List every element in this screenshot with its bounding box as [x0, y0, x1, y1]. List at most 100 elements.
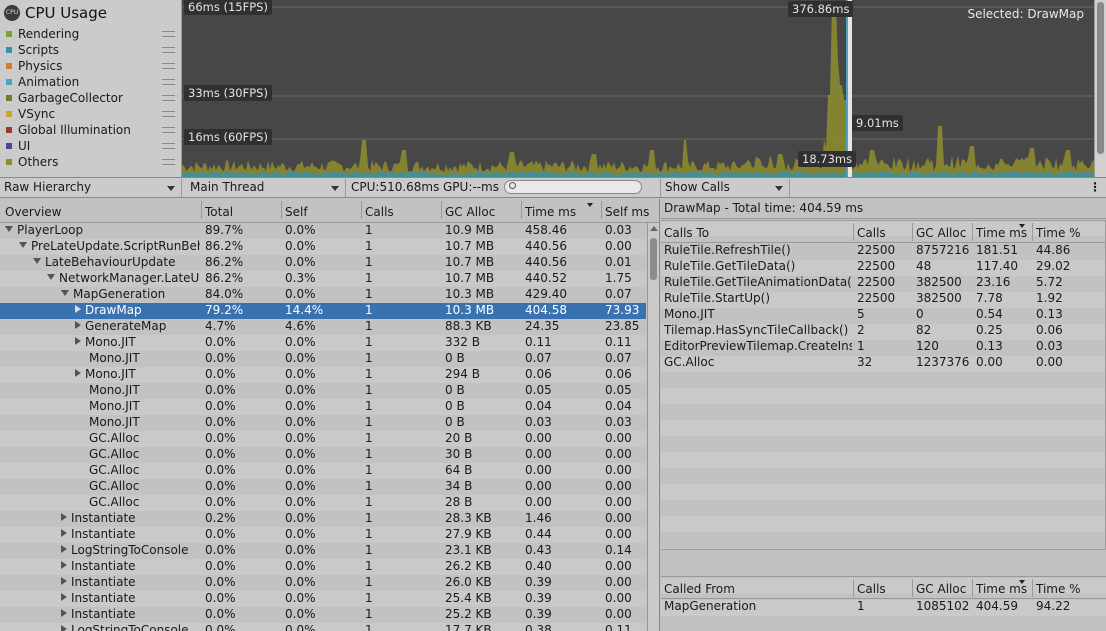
expand-down-icon[interactable]	[5, 226, 13, 232]
tree-row[interactable]: PreLateUpdate.ScriptRunBeh 86.2% 0.0% 1 10.7…	[0, 239, 646, 255]
call-row[interactable]: MapGeneration 1 1085102 404.59 94.22	[661, 599, 1106, 615]
expand-right-icon[interactable]	[61, 577, 67, 585]
legend-item[interactable]: GarbageCollector	[0, 90, 181, 106]
tree-row[interactable]: MapGeneration 84.0% 0.0% 1 10.3 MB 429.40 0.07	[0, 287, 646, 303]
drag-handle-icon[interactable]	[162, 111, 175, 117]
column-separator[interactable]	[853, 579, 854, 597]
call-row[interactable]: RuleTile.StartUp() 22500 382500 7.78 1.92	[661, 291, 1105, 307]
call-row[interactable]: Mono.JIT 5 0 0.54 0.13	[661, 307, 1105, 323]
tree-row[interactable]: GC.Alloc 0.0% 0.0% 1 30 B 0.00 0.00	[0, 447, 646, 463]
tree-row[interactable]: GC.Alloc 0.0% 0.0% 1 28 B 0.00 0.00	[0, 495, 646, 511]
tree-row[interactable]: Instantiate 0.0% 0.0% 1 27.9 KB 0.44 0.00	[0, 527, 646, 543]
column-separator[interactable]	[281, 201, 282, 219]
column-separator[interactable]	[361, 201, 362, 219]
cpu-frame-chart[interactable]: 66ms (15FPS) 33ms (30FPS) 16ms (60FPS) 3…	[182, 0, 1094, 177]
column-header-name[interactable]: Calls To	[664, 226, 709, 240]
legend-item[interactable]: Animation	[0, 74, 181, 90]
scroll-up-icon[interactable]	[650, 226, 658, 231]
drag-handle-icon[interactable]	[162, 63, 175, 69]
tree-row[interactable]: Mono.JIT 0.0% 0.0% 1 0 B 0.03 0.03	[0, 415, 646, 431]
call-row[interactable]: EditorPreviewTilemap.CreateInsta 1 120 0.13…	[661, 339, 1105, 355]
expand-down-icon[interactable]	[19, 242, 27, 248]
drag-handle-icon[interactable]	[162, 127, 175, 133]
column-separator[interactable]	[601, 201, 602, 219]
drag-handle-icon[interactable]	[162, 95, 175, 101]
column-header-calls[interactable]: Calls	[857, 582, 886, 596]
expand-right-icon[interactable]	[75, 369, 81, 377]
search-input[interactable]	[504, 180, 642, 194]
tree-row[interactable]: Mono.JIT 0.0% 0.0% 1 332 B 0.11 0.11	[0, 335, 646, 351]
column-header-name[interactable]: Called From	[664, 582, 735, 596]
column-header-gc[interactable]: GC Alloc	[916, 582, 966, 596]
chart-scroll-thumb[interactable]	[1097, 2, 1104, 154]
column-header-calls[interactable]: Calls	[857, 226, 886, 240]
call-row[interactable]: RuleTile.RefreshTile() 22500 8757216 181.51…	[661, 243, 1105, 259]
column-header-time[interactable]: Time ms	[976, 226, 1027, 240]
expand-down-icon[interactable]	[61, 290, 69, 296]
tree-row[interactable]: LogStringToConsole 0.0% 0.0% 1 17.7 KB 0.38 0.…	[0, 623, 646, 631]
tree-row[interactable]: NetworkManager.LateUp 86.2% 0.3% 1 10.7 MB 44…	[0, 271, 646, 287]
more-options-icon[interactable]: ⋮	[1087, 179, 1103, 197]
tree-row[interactable]: LogStringToConsole 0.0% 0.0% 1 23.1 KB 0.43 0.…	[0, 543, 646, 559]
legend-item[interactable]: Physics	[0, 58, 181, 74]
legend-item[interactable]: Rendering	[0, 26, 181, 42]
column-header-pct[interactable]: Time %	[1036, 226, 1081, 240]
tree-row[interactable]: GC.Alloc 0.0% 0.0% 1 20 B 0.00 0.00	[0, 431, 646, 447]
column-separator[interactable]	[201, 201, 202, 219]
view-mode-dropdown[interactable]: Raw Hierarchy	[0, 179, 182, 197]
thread-dropdown[interactable]: Main Thread	[186, 179, 346, 197]
drag-handle-icon[interactable]	[162, 159, 175, 165]
tree-row[interactable]: LateBehaviourUpdate 86.2% 0.0% 1 10.7 MB 440.…	[0, 255, 646, 271]
expand-right-icon[interactable]	[61, 545, 67, 553]
column-separator[interactable]	[853, 223, 854, 241]
details-view-dropdown[interactable]: Show Calls	[660, 179, 790, 197]
drag-handle-icon[interactable]	[162, 31, 175, 37]
call-row[interactable]: RuleTile.GetTileAnimationData() 22500 3825…	[661, 275, 1105, 291]
sort-descending-icon[interactable]	[1019, 224, 1025, 228]
tree-row[interactable]: Instantiate 0.0% 0.0% 1 26.0 KB 0.39 0.00	[0, 575, 646, 591]
column-separator[interactable]	[972, 223, 973, 241]
expand-right-icon[interactable]	[75, 337, 81, 345]
column-header-gc[interactable]: GC Alloc	[445, 205, 495, 219]
drag-handle-icon[interactable]	[162, 79, 175, 85]
tree-row[interactable]: Instantiate 0.0% 0.0% 1 26.2 KB 0.40 0.00	[0, 559, 646, 575]
call-row[interactable]: RuleTile.GetTileData() 22500 48 117.40 29.02	[661, 259, 1105, 275]
column-header-selfms[interactable]: Self ms	[605, 205, 649, 219]
legend-item[interactable]: Global Illumination	[0, 122, 181, 138]
expand-right-icon[interactable]	[61, 625, 67, 631]
tree-row[interactable]: Instantiate 0.0% 0.0% 1 25.2 KB 0.39 0.00	[0, 607, 646, 623]
sort-descending-icon[interactable]	[587, 203, 593, 207]
legend-item[interactable]: VSync	[0, 106, 181, 122]
expand-right-icon[interactable]	[75, 321, 81, 329]
tree-row[interactable]: GC.Alloc 0.0% 0.0% 1 64 B 0.00 0.00	[0, 463, 646, 479]
call-row[interactable]: GC.Alloc 32 1237376 0.00 0.00	[661, 355, 1105, 371]
legend-item[interactable]: UI	[0, 138, 181, 154]
call-row[interactable]: Tilemap.HasSyncTileCallback() 2 82 0.25 0.06	[661, 323, 1105, 339]
tree-row[interactable]: Instantiate 0.0% 0.0% 1 25.4 KB 0.39 0.00	[0, 591, 646, 607]
column-separator[interactable]	[912, 223, 913, 241]
expand-down-icon[interactable]	[33, 258, 41, 264]
tree-row[interactable]: Mono.JIT 0.0% 0.0% 1 0 B 0.07 0.07	[0, 351, 646, 367]
column-header-gc[interactable]: GC Alloc	[916, 226, 966, 240]
column-separator[interactable]	[1032, 579, 1033, 597]
tree-scroll-thumb[interactable]	[650, 238, 657, 280]
tree-scrollbar[interactable]	[647, 223, 659, 631]
column-header-self[interactable]: Self	[285, 205, 308, 219]
column-separator[interactable]	[441, 201, 442, 219]
expand-right-icon[interactable]	[61, 561, 67, 569]
column-header-name[interactable]: Overview	[5, 205, 62, 219]
expand-right-icon[interactable]	[61, 513, 67, 521]
column-header-time[interactable]: Time ms	[525, 205, 576, 219]
column-separator[interactable]	[972, 579, 973, 597]
sort-descending-icon[interactable]	[1019, 580, 1025, 584]
expand-right-icon[interactable]	[61, 529, 67, 537]
tree-row[interactable]: Mono.JIT 0.0% 0.0% 1 294 B 0.06 0.06	[0, 367, 646, 383]
column-separator[interactable]	[912, 579, 913, 597]
tree-row[interactable]: PlayerLoop 89.7% 0.0% 1 10.9 MB 458.46 0.03	[0, 223, 646, 239]
expand-right-icon[interactable]	[61, 609, 67, 617]
expand-down-icon[interactable]	[47, 274, 55, 280]
legend-item[interactable]: Others	[0, 154, 181, 170]
drag-handle-icon[interactable]	[162, 143, 175, 149]
column-header-pct[interactable]: Time %	[1036, 582, 1081, 596]
legend-item[interactable]: Scripts	[0, 42, 181, 58]
